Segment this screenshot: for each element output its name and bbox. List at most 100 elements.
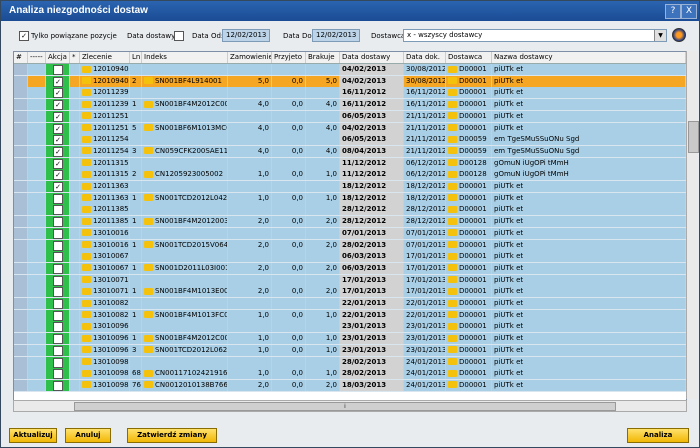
link-arrow-icon[interactable]: [144, 241, 153, 248]
row-header[interactable]: [14, 321, 28, 333]
table-row[interactable]: 13010067 06/03/2013 17/01/2013 D00001 piUTk …: [14, 251, 686, 264]
column-header[interactable]: Brakuje: [306, 52, 340, 63]
link-arrow-icon[interactable]: [448, 311, 457, 319]
delivery-date-checkbox[interactable]: [174, 31, 184, 41]
row-header[interactable]: [14, 251, 28, 263]
only-related-checkbox[interactable]: ✓: [19, 31, 29, 41]
row-header[interactable]: [14, 99, 28, 111]
link-arrow-icon[interactable]: [82, 124, 91, 131]
link-arrow-icon[interactable]: [82, 358, 91, 365]
link-arrow-icon[interactable]: [448, 334, 457, 342]
table-row[interactable]: ✓ 12011254 06/05/2013 21/11/2012 D00059 em Tg…: [14, 134, 686, 147]
action-checkbox[interactable]: [53, 380, 63, 391]
table-row[interactable]: 13010067 1 SN001D2011L03I001 2,0 0,0 2,0 06/03…: [14, 262, 686, 275]
link-arrow-icon[interactable]: [144, 346, 153, 354]
link-arrow-icon[interactable]: [82, 264, 91, 272]
column-header[interactable]: Nazwa dostawcy: [492, 52, 686, 63]
action-checkbox[interactable]: [53, 310, 63, 321]
table-row[interactable]: 13010098 28/02/2013 24/01/2013 D00001 piUTk …: [14, 356, 686, 369]
row-header[interactable]: [14, 157, 28, 169]
row-header[interactable]: [14, 192, 28, 204]
scroll-thumb[interactable]: ⁞: [74, 402, 616, 411]
link-arrow-icon[interactable]: [82, 334, 91, 342]
link-arrow-icon[interactable]: [448, 287, 457, 295]
row-header[interactable]: [14, 64, 28, 75]
table-row[interactable]: 120113631 SN001TCD2012L042V013 1,0 0,0 1,0 18…: [14, 192, 686, 205]
action-checkbox[interactable]: [53, 299, 63, 309]
action-checkbox[interactable]: [53, 263, 63, 274]
link-arrow-icon[interactable]: [144, 369, 153, 377]
column-header[interactable]: Zamowienie: [228, 52, 272, 63]
action-checkbox[interactable]: [53, 193, 63, 204]
link-arrow-icon[interactable]: [144, 381, 153, 389]
table-row[interactable]: ✓ 12011239 1 SN001BF4M2012C003 4,0 0,0 4,0 16/1…: [14, 99, 686, 112]
link-arrow-icon[interactable]: [82, 381, 91, 389]
link-arrow-icon[interactable]: [82, 205, 91, 213]
link-arrow-icon[interactable]: [144, 311, 153, 319]
link-arrow-icon[interactable]: [448, 100, 457, 108]
horizontal-scrollbar[interactable]: ⁞: [13, 400, 687, 412]
table-row[interactable]: ✓ 12011239 16/11/2012 16/11/2012 D00001 piUTk…: [14, 87, 686, 100]
link-arrow-icon[interactable]: [448, 65, 457, 73]
date-to-field[interactable]: 12/02/2013: [312, 29, 361, 42]
link-arrow-icon[interactable]: [448, 381, 457, 389]
link-arrow-icon[interactable]: [82, 346, 91, 354]
column-header[interactable]: *: [70, 52, 80, 63]
action-checkbox[interactable]: [53, 345, 63, 356]
link-arrow-icon[interactable]: [82, 252, 91, 260]
link-arrow-icon[interactable]: [144, 124, 153, 131]
link-arrow-icon[interactable]: [82, 229, 91, 237]
link-arrow-icon[interactable]: [144, 264, 153, 272]
supplier-dropdown[interactable]: x - wszyscy dostawcy ▼: [403, 29, 667, 42]
link-arrow-icon[interactable]: [448, 252, 457, 260]
row-header[interactable]: [14, 239, 28, 251]
chevron-down-icon[interactable]: ▼: [654, 30, 666, 41]
link-arrow-icon[interactable]: [448, 205, 457, 213]
link-arrow-icon[interactable]: [144, 170, 153, 178]
column-header[interactable]: Zlecenie: [80, 52, 130, 63]
row-header[interactable]: [14, 379, 28, 391]
row-header[interactable]: [14, 356, 28, 368]
vertical-scrollbar[interactable]: [686, 51, 699, 399]
action-checkbox[interactable]: [53, 65, 63, 75]
row-header[interactable]: [14, 75, 28, 87]
row-header[interactable]: [14, 333, 28, 345]
table-row[interactable]: 13010016 07/01/2013 07/01/2013 D00001 piUTk …: [14, 227, 686, 240]
table-row[interactable]: 13010071 1 SN001BF4M1013E001 2,0 0,0 2,0 17/01…: [14, 286, 686, 299]
link-arrow-icon[interactable]: [82, 311, 91, 319]
link-arrow-icon[interactable]: [448, 170, 457, 178]
column-header[interactable]: #: [14, 52, 28, 63]
row-header[interactable]: [14, 110, 28, 122]
link-arrow-icon[interactable]: [82, 182, 91, 190]
action-checkbox[interactable]: ✓: [53, 123, 63, 134]
row-header[interactable]: [14, 274, 28, 286]
link-arrow-icon[interactable]: [82, 135, 91, 143]
link-arrow-icon[interactable]: [82, 194, 91, 202]
link-arrow-icon[interactable]: [448, 276, 457, 284]
link-arrow-icon[interactable]: [82, 170, 91, 178]
column-header[interactable]: Dostawca: [446, 52, 492, 63]
table-row[interactable]: 130100821 SN001BF4M1013FC003 1,0 0,0 1,0 22/0…: [14, 309, 686, 322]
scroll-thumb[interactable]: [688, 121, 699, 153]
action-checkbox[interactable]: [53, 217, 63, 228]
table-row[interactable]: 130100161 SN001TCD2015V064V001 2,0 0,0 2,0 28…: [14, 239, 686, 252]
action-checkbox[interactable]: [53, 369, 63, 380]
table-row[interactable]: ✓ 12010940 2 SN001BF4L914001 5,0 0,0 5,0 04/02/…: [14, 75, 686, 88]
row-header[interactable]: [14, 286, 28, 298]
action-checkbox[interactable]: ✓: [53, 182, 63, 192]
action-checkbox[interactable]: ✓: [53, 111, 63, 122]
row-header[interactable]: [14, 87, 28, 99]
table-row[interactable]: 12011385 28/12/2012 28/12/2012 D00001 piUTk …: [14, 204, 686, 217]
link-arrow-icon[interactable]: [448, 159, 457, 167]
help-button[interactable]: ?: [665, 4, 681, 19]
link-arrow-icon[interactable]: [144, 217, 153, 225]
table-row[interactable]: 13010082 22/01/2013 22/01/2013 D00001 piUTk …: [14, 298, 686, 310]
column-header[interactable]: Akcja: [46, 52, 70, 63]
column-header[interactable]: -----: [28, 52, 46, 63]
link-arrow-icon[interactable]: [448, 322, 457, 330]
link-arrow-icon[interactable]: [82, 65, 91, 73]
table-row[interactable]: 12010940 04/02/2013 30/08/2012 D00001 piUTk …: [14, 64, 686, 76]
action-checkbox[interactable]: [53, 357, 63, 368]
table-row[interactable]: 130100963 SN001TCD2012L062V008 1,0 0,0 1,0 23…: [14, 344, 686, 357]
link-arrow-icon[interactable]: [144, 334, 153, 342]
